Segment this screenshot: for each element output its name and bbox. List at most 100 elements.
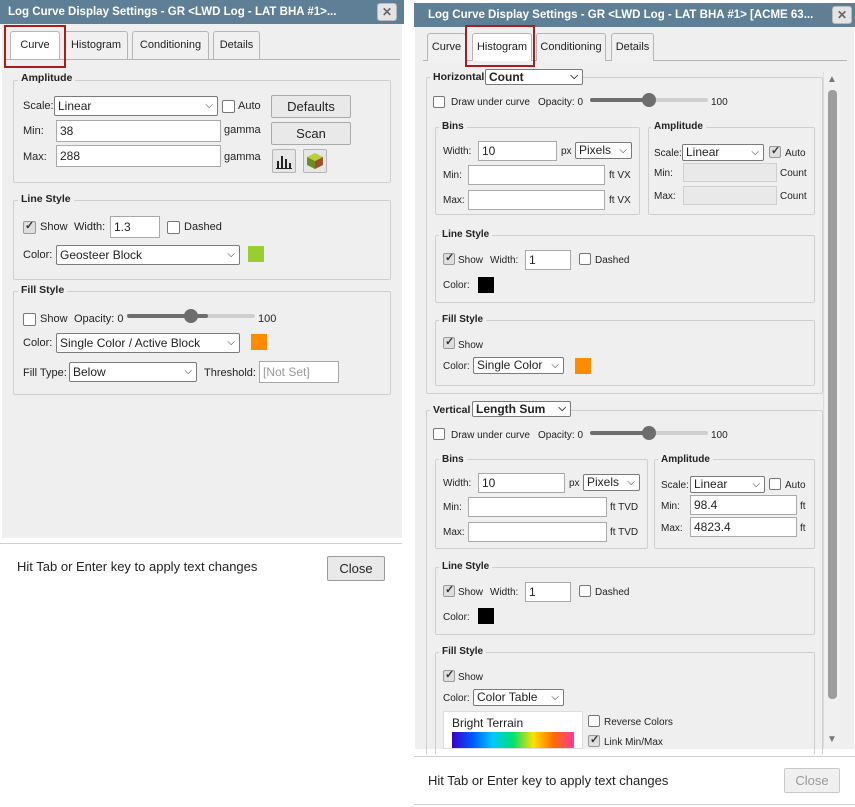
vertical-fill-color-select[interactable]: Color Table ⌵	[473, 689, 564, 706]
left-line-color-select[interactable]: Geosteer Block ⌵	[56, 245, 240, 265]
horizontal-line-show-checkbox[interactable]	[443, 251, 455, 265]
left-fill-show-label: Show	[40, 313, 68, 325]
3d-cube-icon[interactable]	[303, 149, 327, 173]
left-fill-type-value: Below	[73, 365, 106, 379]
right-close-x-icon[interactable]: ✕	[832, 6, 852, 24]
horizontal-line-width-input[interactable]: 1	[525, 250, 571, 270]
vertical-line-width-input[interactable]: 1	[525, 582, 571, 602]
vertical-amp-min-label: Min:	[661, 501, 680, 512]
left-min-input[interactable]: 38	[56, 120, 221, 142]
horizontal-bins-max-input[interactable]	[468, 190, 605, 210]
horizontal-fill-style-title: Fill Style	[439, 314, 487, 325]
horizontal-line-width-label: Width:	[490, 255, 519, 266]
horizontal-draw-under-checkbox[interactable]	[433, 96, 445, 108]
horizontal-amp-auto-checkbox[interactable]	[769, 144, 781, 158]
horizontal-bins-max-label: Max:	[443, 195, 465, 206]
vertical-amp-auto-checkbox[interactable]	[769, 478, 781, 490]
horizontal-amp-scale-value: Linear	[686, 145, 720, 159]
right-tab-details[interactable]: Details	[611, 33, 654, 61]
horizontal-amp-min-input[interactable]	[683, 163, 777, 182]
left-threshold-placeholder: [Not Set]	[263, 365, 310, 379]
left-line-show-checkbox[interactable]	[23, 219, 36, 234]
left-scale-label: Scale:	[23, 100, 54, 112]
vertical-amp-min-input[interactable]: 98.4	[690, 495, 797, 515]
left-fill-color-swatch[interactable]	[251, 334, 267, 350]
horizontal-opacity-max: 100	[711, 97, 728, 108]
left-min-unit: gamma	[224, 124, 261, 136]
right-footer-divider	[414, 756, 855, 757]
horizontal-opacity-slider-knob[interactable]	[642, 93, 656, 107]
horizontal-mode-select[interactable]: Count ⌵	[485, 69, 583, 85]
horizontal-mode-value: Count	[489, 70, 524, 84]
horizontal-line-show-label: Show	[458, 255, 484, 266]
vertical-bins-width-input[interactable]: 10	[478, 473, 565, 493]
histogram-bars-icon[interactable]	[272, 149, 296, 173]
horizontal-fill-show-checkbox[interactable]	[443, 335, 455, 349]
vertical-amp-scale-select[interactable]: Linear ⌵	[690, 476, 765, 493]
horizontal-line-color-swatch[interactable]	[478, 277, 494, 293]
left-tab-conditioning[interactable]: Conditioning	[132, 31, 209, 59]
left-fill-show-checkbox[interactable]	[23, 313, 36, 326]
horizontal-bins-width-input[interactable]: 10	[478, 141, 557, 161]
vertical-mode-select[interactable]: Length Sum ⌵	[472, 401, 571, 417]
left-line-width-input[interactable]: 1.3	[110, 216, 160, 238]
vertical-dashed-checkbox[interactable]	[579, 585, 591, 597]
vertical-bins-min-input[interactable]	[468, 497, 607, 517]
link-min-max-checkbox[interactable]	[588, 733, 600, 747]
scan-button[interactable]: Scan	[271, 122, 351, 145]
vertical-fill-color-label: Color:	[443, 693, 470, 704]
left-close-button[interactable]: Close	[327, 556, 385, 581]
vertical-bins-units-select[interactable]: Pixels ⌵	[583, 474, 640, 491]
reverse-colors-checkbox[interactable]	[588, 715, 600, 727]
scrollbar-thumb[interactable]	[828, 90, 837, 699]
left-tab-details[interactable]: Details	[213, 31, 260, 59]
right-tab-curve[interactable]: Curve	[427, 33, 466, 61]
horizontal-fill-color-swatch[interactable]	[575, 358, 591, 374]
left-tab-histogram[interactable]: Histogram	[64, 31, 128, 59]
horizontal-bins-units-select[interactable]: Pixels ⌵	[575, 142, 632, 159]
chevron-down-icon: ⌵	[751, 147, 759, 158]
vertical-scrollbar[interactable]: ▲ ▼	[823, 72, 840, 749]
left-amplitude-title: Amplitude	[18, 72, 76, 84]
left-line-color-swatch[interactable]	[248, 246, 264, 262]
horizontal-fill-color-select[interactable]: Single Color ⌵	[473, 357, 564, 374]
left-scale-select[interactable]: Linear ⌵	[54, 96, 218, 116]
scroll-down-arrow-icon[interactable]: ▼	[827, 734, 837, 745]
left-max-input[interactable]: 288	[56, 145, 221, 167]
vertical-amp-max-input[interactable]: 4823.4	[690, 517, 797, 537]
left-max-label: Max:	[23, 151, 47, 163]
color-table-preview[interactable]: Bright Terrain	[443, 711, 583, 749]
right-tab-conditioning[interactable]: Conditioning	[536, 33, 606, 61]
horizontal-amp-scale-select[interactable]: Linear ⌵	[682, 144, 764, 161]
left-line-width-label: Width:	[74, 221, 106, 233]
vertical-opacity-slider-knob[interactable]	[642, 426, 656, 440]
defaults-button[interactable]: Defaults	[271, 95, 351, 118]
vertical-draw-under-checkbox[interactable]	[433, 428, 445, 440]
horizontal-dashed-checkbox[interactable]	[579, 253, 591, 265]
left-dashed-checkbox[interactable]	[167, 221, 180, 234]
left-fill-color-select[interactable]: Single Color / Active Block ⌵	[56, 333, 240, 353]
vertical-line-color-swatch[interactable]	[478, 608, 494, 624]
chevron-down-icon: ⌵	[184, 366, 192, 377]
right-close-button[interactable]: Close	[784, 768, 840, 793]
horizontal-bins-min-input[interactable]	[468, 165, 605, 185]
vertical-bins-max-input[interactable]	[468, 522, 607, 542]
right-title-bar: Log Curve Display Settings - GR <LWD Log…	[414, 3, 855, 27]
left-line-style-group	[13, 200, 391, 280]
vertical-bins-min-unit: ft TVD	[610, 502, 639, 513]
left-auto-checkbox[interactable]	[222, 100, 235, 113]
vertical-opacity-max: 100	[711, 430, 728, 441]
left-close-x-icon[interactable]: ✕	[377, 3, 397, 21]
horizontal-amp-max-input[interactable]	[683, 186, 777, 205]
vertical-line-show-checkbox[interactable]	[443, 583, 455, 597]
left-fill-type-select[interactable]: Below ⌵	[69, 362, 197, 382]
right-dialog: Log Curve Display Settings - GR <LWD Log…	[414, 0, 855, 807]
horizontal-bins-min-unit: ft VX	[609, 170, 631, 181]
horizontal-bins-px-label: px	[561, 146, 572, 157]
left-opacity-slider-knob[interactable]	[184, 309, 198, 323]
vertical-fill-show-checkbox[interactable]	[443, 668, 455, 682]
left-threshold-input[interactable]: [Not Set]	[259, 361, 339, 383]
scroll-up-arrow-icon[interactable]: ▲	[827, 74, 837, 85]
horizontal-fill-style-group	[435, 320, 815, 386]
horizontal-bins-max-unit: ft VX	[609, 195, 631, 206]
